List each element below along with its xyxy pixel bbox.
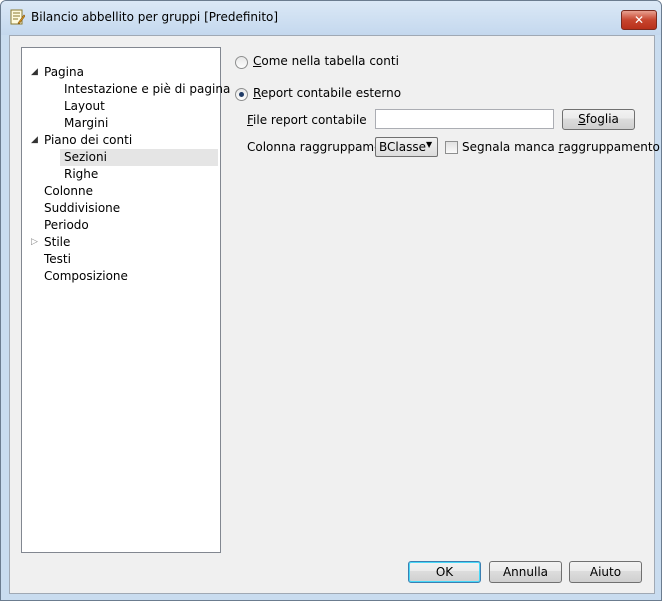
dialog-window: Bilancio abbellito per gruppi [Predefini…	[0, 0, 662, 601]
tree-item-suddivisione[interactable]: Suddivisione	[44, 200, 120, 217]
label-text: ome nella tabella conti	[261, 54, 399, 68]
tree-item-layout[interactable]: Layout	[64, 98, 105, 115]
tree-item-label: Composizione	[44, 269, 128, 283]
tree-item-colonne[interactable]: Colonne	[44, 183, 93, 200]
tree-item-sezioni[interactable]: Sezioni	[60, 149, 218, 166]
tree-item-label: Righe	[64, 167, 99, 181]
triangle-expanded-icon[interactable]: ◢	[31, 136, 40, 145]
tree-item-label: Colonne	[44, 184, 93, 198]
button-label: foglia	[585, 112, 619, 126]
tree-item-label: Periodo	[44, 218, 89, 232]
dialog-client-area: ◢ Pagina Intestazione e piè di pagina La…	[9, 35, 660, 594]
cancel-button[interactable]: Annulla	[489, 561, 562, 583]
browse-button[interactable]: Sfoglia	[562, 109, 635, 130]
radio-report-esterno[interactable]	[235, 88, 248, 101]
ok-button[interactable]: OK	[408, 561, 481, 583]
label-text: aggruppamento	[563, 140, 660, 154]
triangle-expanded-icon[interactable]: ◢	[31, 68, 40, 77]
radio-selected-dot	[239, 92, 244, 97]
triangle-collapsed-icon[interactable]: ▷	[31, 238, 40, 247]
mnemonic-letter: S	[578, 112, 586, 126]
missing-group-label[interactable]: Segnala manca raggruppamento	[462, 140, 660, 154]
tree-item-label: Margini	[64, 116, 109, 130]
settings-tree[interactable]: ◢ Pagina Intestazione e piè di pagina La…	[21, 47, 230, 553]
window-title: Bilancio abbellito per gruppi [Predefini…	[31, 10, 279, 24]
close-icon: ✕	[633, 13, 645, 27]
help-button[interactable]: Aiuto	[569, 561, 642, 583]
tree-item-label: Suddivisione	[44, 201, 121, 215]
select-value: BClasse	[379, 140, 426, 154]
label-text: Segnala manca	[462, 140, 559, 154]
tree-item-piano-dei-conti[interactable]: Piano dei conti	[44, 132, 132, 149]
tree-item-label: Piano dei conti	[44, 133, 133, 147]
tree-item-label: Sezioni	[64, 150, 107, 164]
title-bar[interactable]: Bilancio abbellito per gruppi [Predefini…	[1, 1, 661, 35]
group-column-select[interactable]: BClasse ▼	[375, 137, 438, 157]
tree-item-stile[interactable]: Stile	[44, 234, 70, 251]
tree-item-periodo[interactable]: Periodo	[44, 217, 89, 234]
tree-item-label: Pagina	[44, 65, 84, 79]
mnemonic-letter: R	[253, 86, 261, 100]
radio-come-tabella-conti[interactable]	[235, 56, 248, 69]
label-text: eport contabile esterno	[260, 86, 402, 100]
tree-item-intestazione[interactable]: Intestazione e piè di pagina	[64, 81, 230, 98]
missing-group-checkbox[interactable]	[445, 141, 458, 154]
tree-item-label: Testi	[44, 252, 71, 266]
tree-item-testi[interactable]: Testi	[44, 251, 71, 268]
tree-item-margini[interactable]: Margini	[64, 115, 108, 132]
file-report-label: File report contabile	[247, 113, 367, 127]
file-report-input[interactable]	[375, 109, 554, 129]
tree-item-pagina[interactable]: Pagina	[44, 64, 84, 81]
tree-item-label: Stile	[44, 235, 71, 249]
tree-item-composizione[interactable]: Composizione	[44, 268, 128, 285]
tree-item-label: Intestazione e piè di pagina	[64, 82, 231, 96]
tree-item-label: Layout	[64, 99, 105, 113]
label-text: ile report contabile	[253, 113, 367, 127]
radio-come-tabella-conti-label[interactable]: Come nella tabella conti	[253, 54, 399, 68]
close-button[interactable]: ✕	[621, 10, 657, 30]
report-edit-icon	[10, 9, 25, 25]
radio-report-esterno-label[interactable]: Report contabile esterno	[253, 86, 401, 100]
dropdown-arrow-icon: ▼	[426, 140, 433, 149]
tree-item-righe[interactable]: Righe	[64, 166, 98, 183]
